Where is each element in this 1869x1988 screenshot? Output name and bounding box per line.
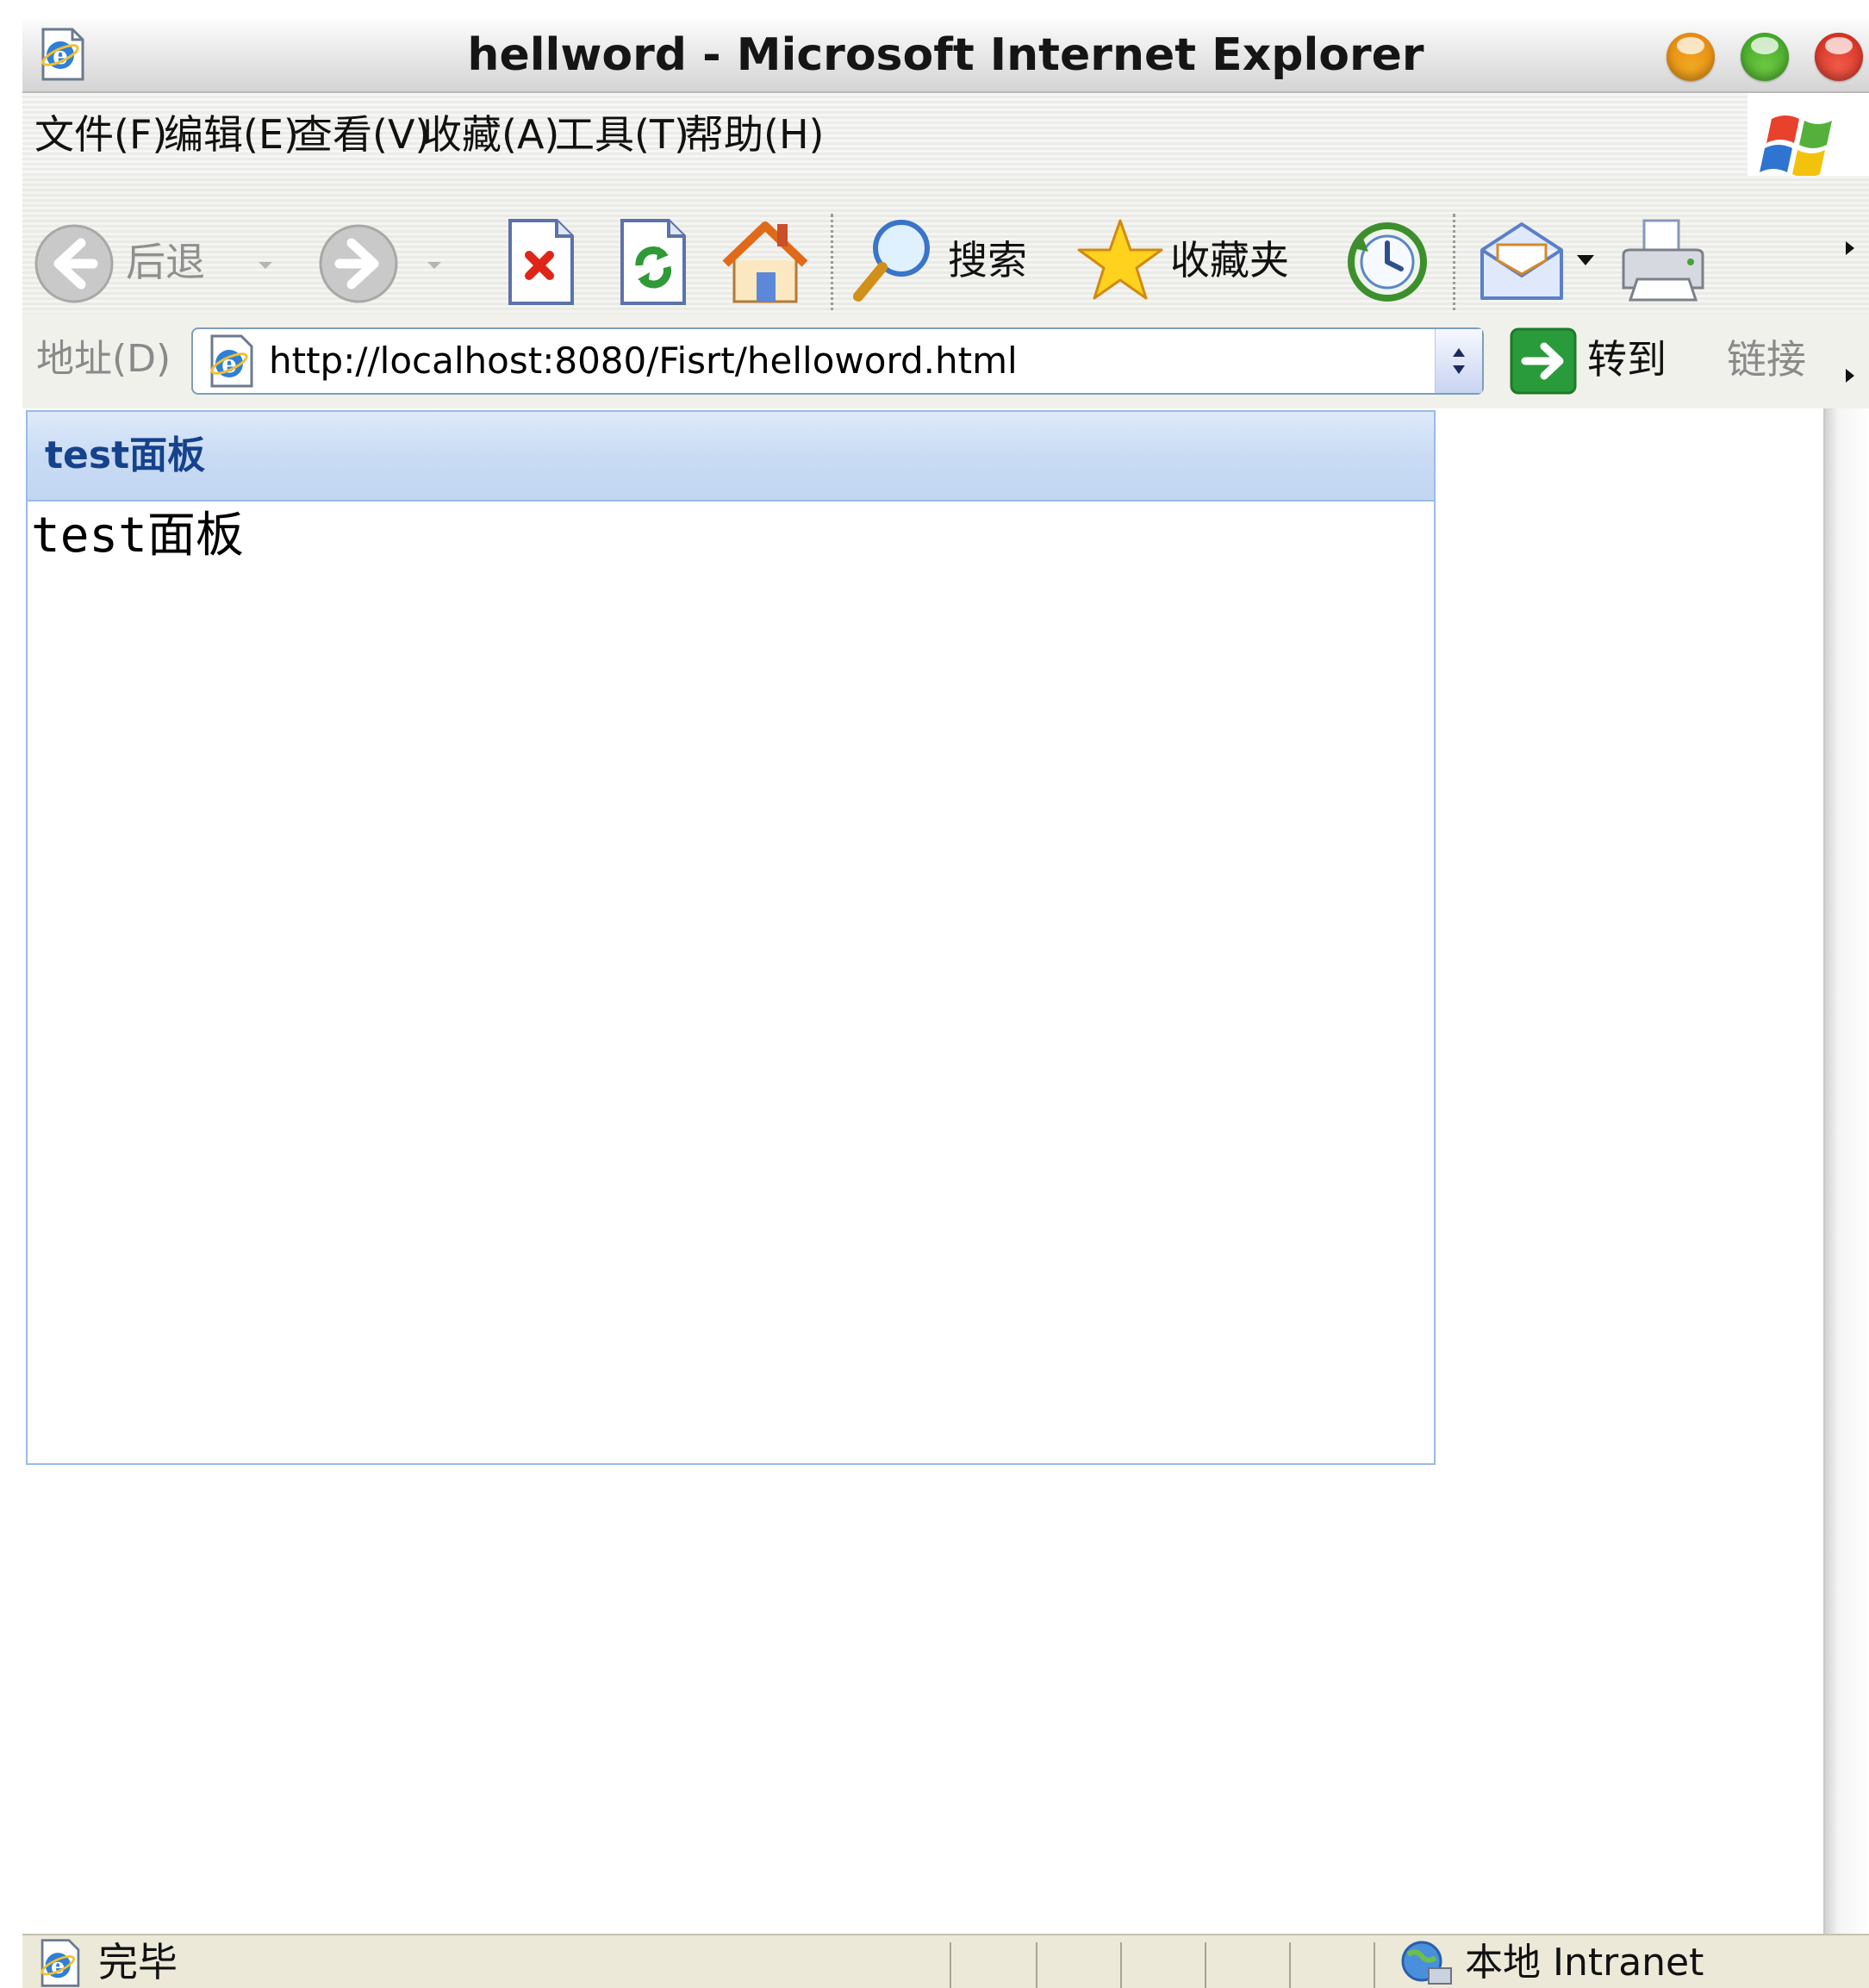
address-bar: 地址(D) e http://localhost:8080/Fisrt/hell… [22, 314, 1869, 408]
close-button[interactable] [1815, 33, 1863, 81]
security-zone: 本地 Intranet [1465, 1941, 1704, 1985]
menu-file[interactable]: 文件(F) [34, 93, 167, 176]
favorites-label: 收藏夹 [1170, 237, 1289, 284]
menu-favorites[interactable]: 收藏(A) [422, 93, 559, 176]
mail-button[interactable] [1479, 219, 1599, 308]
menu-view[interactable]: 查看(V) [293, 93, 430, 176]
minimize-button[interactable] [1667, 33, 1715, 81]
back-arrow-icon [34, 224, 114, 303]
standard-toolbar: 后退 搜索 收藏夹 [22, 176, 1869, 317]
window-title: hellword - Microsoft Internet Explorer [467, 29, 1424, 81]
browser-window: e hellword - Microsoft Internet Explorer… [22, 19, 1869, 1988]
menu-tools[interactable]: 工具(T) [555, 93, 689, 176]
page-viewport: test面板 test面板 [22, 408, 1823, 1934]
print-icon[interactable] [1618, 215, 1708, 305]
panel-body-text: test面板 [31, 508, 244, 564]
menu-bar: 文件(F) 编辑(E) 查看(V) 收藏(A) 工具(T) 帮助(H) [22, 93, 1869, 190]
address-url: http://localhost:8080/Fisrt/helloword.ht… [269, 340, 1018, 382]
forward-dropdown-icon[interactable] [426, 257, 443, 274]
search-icon [853, 220, 930, 302]
star-icon [1077, 219, 1163, 300]
ie-page-icon: e [210, 334, 253, 388]
vertical-scrollbar[interactable] [1823, 408, 1869, 1934]
back-button[interactable]: 后退 [31, 221, 272, 307]
address-label: 地址(D) [36, 337, 171, 381]
address-input[interactable]: e http://localhost:8080/Fisrt/helloword.… [191, 327, 1484, 395]
back-label: 后退 [126, 239, 205, 285]
history-icon[interactable] [1344, 219, 1430, 305]
panel-header: test面板 [28, 412, 1434, 502]
links-overflow-icon[interactable] [1842, 365, 1856, 386]
forward-arrow-icon [319, 224, 398, 303]
status-divider [1289, 1942, 1291, 1988]
updown-arrows-icon [1453, 348, 1465, 374]
status-divider [1036, 1942, 1037, 1988]
globe-network-icon [1401, 1941, 1452, 1985]
go-button[interactable]: 转到 [1587, 329, 1667, 389]
mail-icon [1480, 222, 1563, 300]
search-button[interactable]: 搜索 [851, 214, 1058, 308]
toolbar-separator [831, 214, 833, 317]
menu-help[interactable]: 帮助(H) [684, 93, 824, 176]
refresh-icon[interactable] [617, 217, 689, 307]
back-dropdown-icon[interactable] [257, 257, 274, 274]
maximize-button[interactable] [1741, 33, 1789, 81]
ie-page-icon: e [40, 1939, 80, 1987]
status-divider [950, 1942, 951, 1988]
go-arrow-icon[interactable] [1510, 327, 1577, 395]
title-bar[interactable]: e hellword - Microsoft Internet Explorer [22, 19, 1869, 93]
menu-edit[interactable]: 编辑(E) [164, 93, 299, 176]
status-divider [1120, 1942, 1122, 1988]
address-dropdown-button[interactable] [1435, 329, 1482, 393]
status-divider [1374, 1942, 1375, 1988]
status-bar: e 完毕 本地 Intranet [22, 1934, 1869, 1988]
stop-icon[interactable] [505, 217, 577, 307]
toolbar-overflow-icon[interactable] [1842, 238, 1856, 259]
mail-dropdown-icon[interactable] [1575, 250, 1596, 271]
links-button[interactable]: 链接 [1727, 329, 1806, 389]
status-text: 完毕 [98, 1939, 178, 1985]
toolbar-separator [1453, 214, 1455, 317]
favorites-button[interactable]: 收藏夹 [1075, 214, 1334, 308]
home-icon[interactable] [722, 212, 808, 307]
ext-panel: test面板 test面板 [26, 410, 1436, 1465]
forward-button[interactable] [315, 221, 453, 307]
search-label: 搜索 [948, 237, 1027, 284]
status-divider [1205, 1942, 1206, 1988]
panel-title: test面板 [45, 433, 206, 477]
